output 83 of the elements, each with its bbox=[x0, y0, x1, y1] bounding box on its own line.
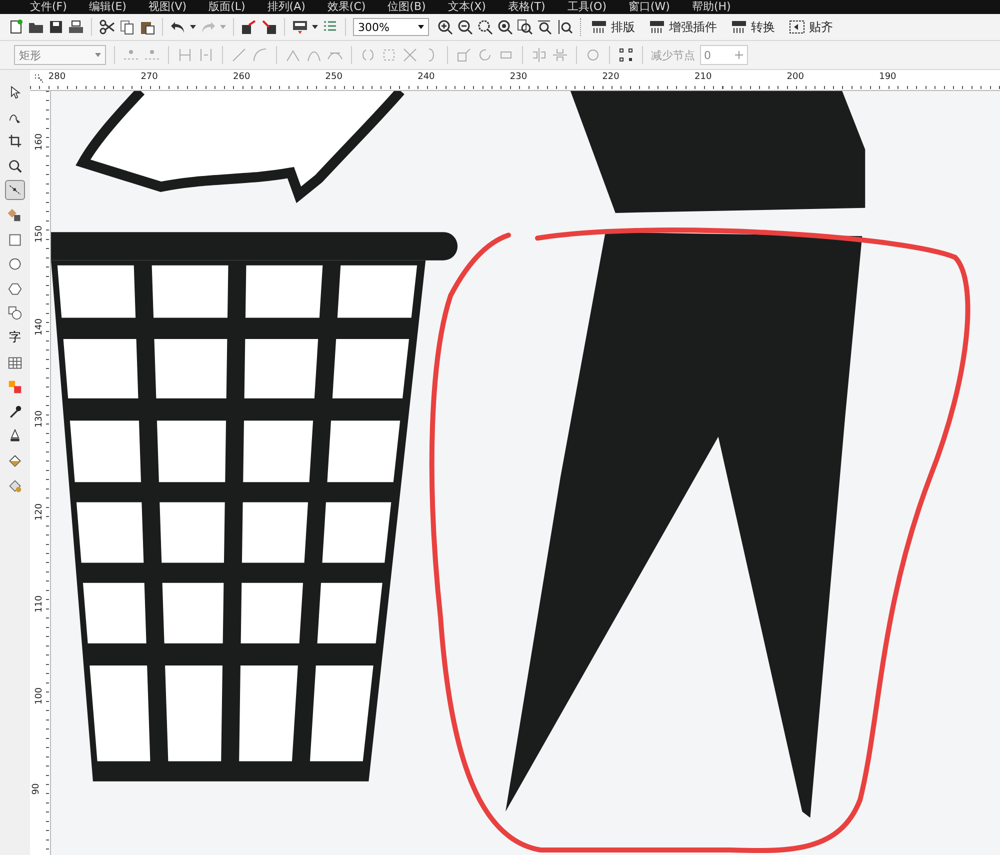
ruler-label: 260 bbox=[233, 72, 250, 82]
scissors-icon[interactable] bbox=[99, 19, 115, 35]
menu-item[interactable]: 表格(T) bbox=[508, 1, 546, 13]
copy-icon[interactable] bbox=[119, 19, 135, 35]
ruler-label: 250 bbox=[325, 72, 342, 82]
menu-item[interactable]: 效果(C) bbox=[327, 1, 366, 13]
shapes-icon bbox=[8, 208, 22, 222]
menu-item[interactable]: 排列(A) bbox=[267, 1, 306, 13]
import-icon[interactable] bbox=[241, 19, 257, 35]
ruler-label: 140 bbox=[34, 318, 45, 336]
interactive-fill-icon bbox=[8, 478, 22, 492]
ruler-label: 190 bbox=[879, 72, 896, 82]
plugin-icon bbox=[731, 19, 747, 35]
plugin-button[interactable]: 排版 bbox=[589, 18, 643, 36]
menu-item[interactable]: 编辑(E) bbox=[88, 1, 126, 13]
ruler-label: 160 bbox=[34, 133, 45, 151]
ruler-label: 150 bbox=[34, 226, 45, 243]
basic-shapes-icon bbox=[8, 306, 22, 320]
menu-item[interactable]: 工具(O) bbox=[567, 1, 606, 13]
ruler-label: 230 bbox=[510, 72, 528, 82]
snap-grid-icon bbox=[789, 19, 805, 35]
zoom-out-icon[interactable] bbox=[457, 19, 473, 35]
plugin-button[interactable]: 转换 bbox=[729, 18, 783, 36]
save-icon[interactable] bbox=[48, 19, 64, 35]
zoom-width-icon[interactable] bbox=[537, 19, 553, 35]
magnifier-icon bbox=[8, 158, 22, 173]
zoom-in-icon[interactable] bbox=[437, 19, 453, 35]
ruler-label: 100 bbox=[34, 688, 45, 705]
tool-button[interactable]: 字 bbox=[5, 328, 25, 348]
menu-item[interactable]: 帮助(H) bbox=[692, 1, 731, 13]
zoom-dropdown[interactable]: 300% bbox=[353, 18, 429, 36]
ruler-label: 200 bbox=[786, 72, 804, 82]
ruler-label: 90 bbox=[32, 783, 42, 795]
object-type-dropdown[interactable]: 矩形 bbox=[14, 45, 106, 65]
zoom-page-icon[interactable] bbox=[517, 19, 533, 35]
caret-icon[interactable] bbox=[190, 25, 196, 29]
ellipse-icon bbox=[8, 257, 22, 272]
menu-item[interactable]: 视图(V) bbox=[148, 1, 187, 13]
plugin-icon bbox=[649, 19, 665, 35]
export-icon[interactable] bbox=[261, 19, 277, 35]
zoom-all-icon[interactable] bbox=[497, 19, 513, 35]
ruler-label: 110 bbox=[34, 595, 45, 613]
ruler-label: 210 bbox=[694, 72, 712, 82]
plugin-icon bbox=[591, 19, 607, 35]
clipboard-icon[interactable] bbox=[139, 19, 155, 35]
paint-bucket-icon bbox=[8, 454, 22, 468]
ruler-label: 130 bbox=[34, 410, 45, 428]
pen-nib-icon bbox=[8, 429, 22, 444]
select-all-nodes-icon[interactable] bbox=[618, 47, 634, 63]
rectangle-icon bbox=[8, 232, 22, 247]
menu-item[interactable]: 窗口(W) bbox=[628, 1, 670, 13]
zoom-selected-icon[interactable] bbox=[477, 19, 493, 35]
spinner-icon[interactable] bbox=[734, 50, 744, 60]
monitor-icon[interactable] bbox=[292, 19, 308, 35]
menu-item[interactable]: 位图(B) bbox=[388, 1, 426, 13]
stretch-nodes-icon[interactable] bbox=[456, 47, 472, 63]
polygon-icon bbox=[8, 282, 22, 296]
ruler-label: 280 bbox=[48, 72, 66, 82]
printer-icon[interactable] bbox=[68, 19, 84, 35]
join-nodes-icon[interactable] bbox=[177, 47, 193, 63]
plugin-button[interactable]: 贴齐 bbox=[787, 18, 841, 36]
ruler-label: 220 bbox=[602, 72, 620, 82]
plugin-button[interactable]: 增强插件 bbox=[647, 18, 725, 36]
crop-icon bbox=[8, 134, 22, 148]
caret-icon[interactable] bbox=[418, 25, 424, 29]
pointer-icon bbox=[8, 85, 22, 99]
ruler-label: 120 bbox=[34, 503, 45, 520]
caret-icon[interactable] bbox=[312, 25, 318, 29]
new-document-icon[interactable] bbox=[8, 19, 24, 35]
menu-item[interactable]: 文本(X) bbox=[448, 1, 486, 13]
reduce-nodes-label: 减少节点 bbox=[651, 48, 695, 62]
ruler-origin-icon[interactable] bbox=[34, 74, 44, 84]
zoom-height-icon[interactable] bbox=[557, 19, 573, 35]
menu-item[interactable]: 文件(F) bbox=[30, 1, 67, 13]
menu-item[interactable]: 版面(L) bbox=[208, 1, 246, 13]
eyedropper-icon bbox=[8, 404, 22, 419]
ruler-label: 270 bbox=[140, 72, 158, 82]
reduce-nodes-field[interactable]: 0 bbox=[700, 45, 748, 65]
rotate-nodes-icon[interactable] bbox=[477, 47, 493, 63]
table-icon bbox=[8, 356, 22, 370]
node-icon bbox=[8, 183, 22, 198]
ruler-label: 240 bbox=[418, 72, 435, 82]
blend-icon bbox=[8, 380, 22, 394]
